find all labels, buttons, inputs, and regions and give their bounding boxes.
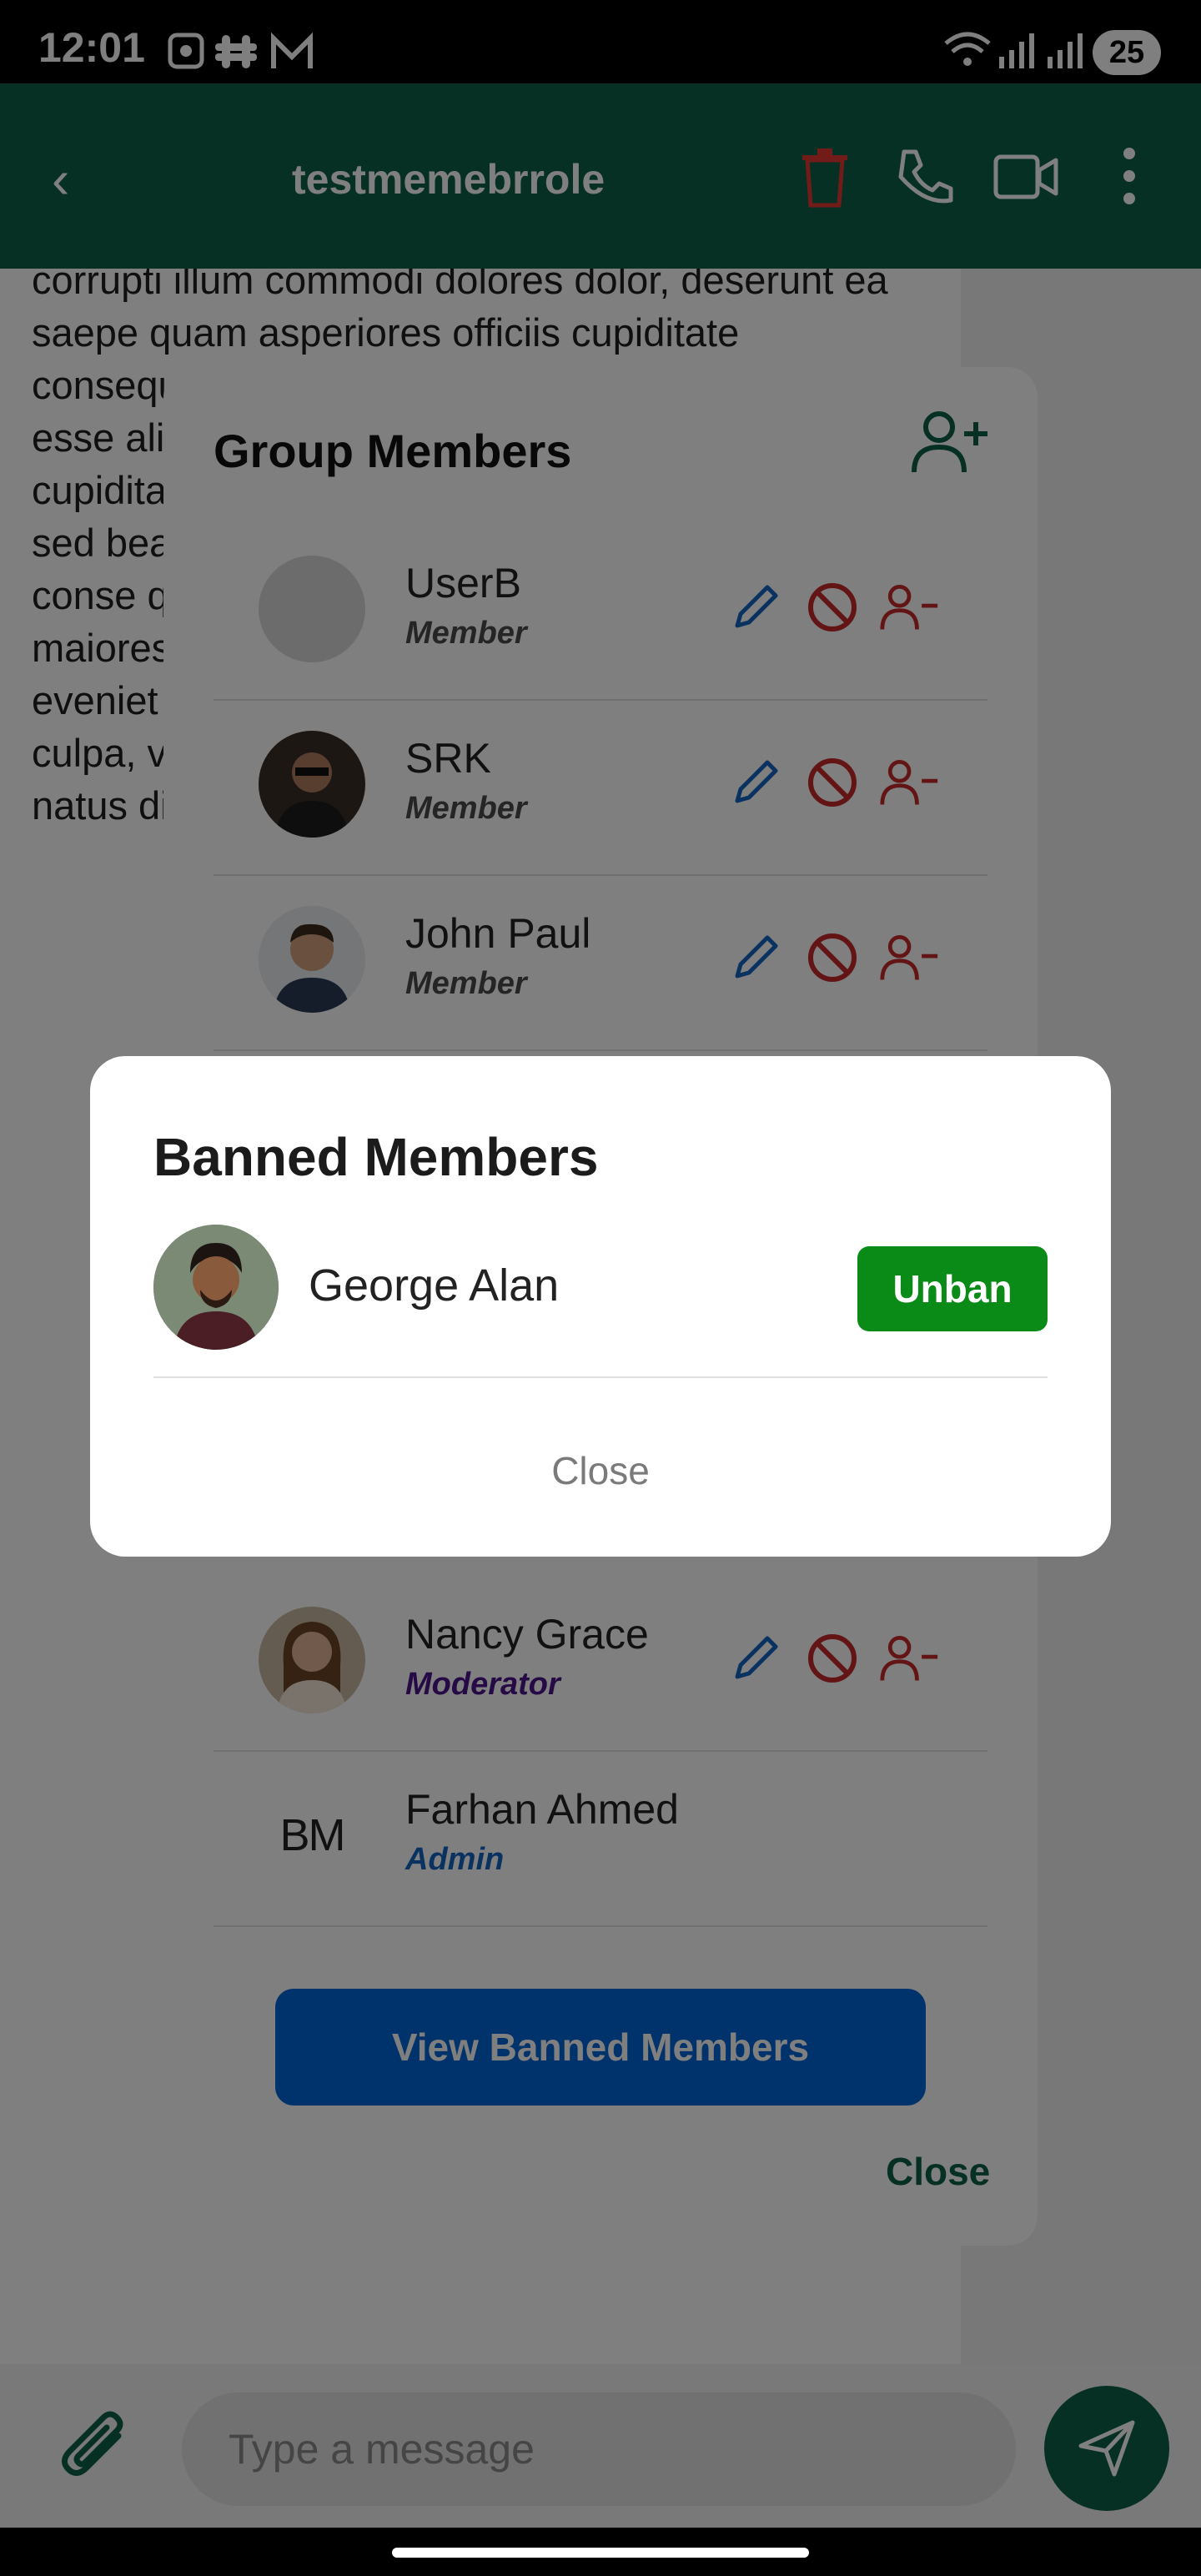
- avatar: [153, 1225, 279, 1350]
- divider: [153, 1376, 1048, 1378]
- banned-members-dialog: Banned Members George Alan Unban Close: [90, 1056, 1111, 1557]
- banned-member-name: George Alan: [309, 1260, 560, 1311]
- unban-button[interactable]: Unban: [857, 1246, 1048, 1331]
- home-indicator[interactable]: [392, 2548, 809, 2558]
- banned-members-title: Banned Members: [153, 1127, 599, 1187]
- banned-members-close-button[interactable]: Close: [90, 1448, 1111, 1493]
